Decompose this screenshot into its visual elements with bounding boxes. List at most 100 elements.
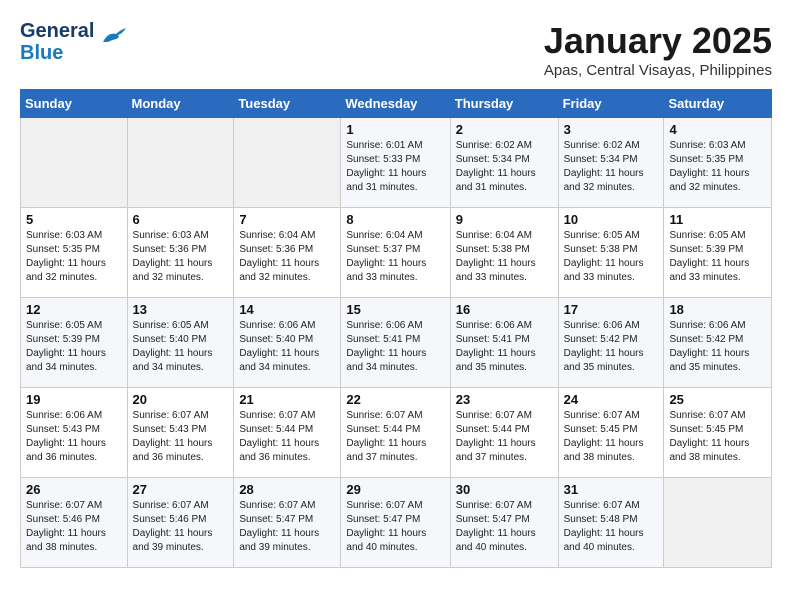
day-info: Sunrise: 6:02 AMSunset: 5:34 PMDaylight:… [564,139,659,195]
calendar-cell: 7 Sunrise: 6:04 AMSunset: 5:36 PMDaylight… [234,208,341,298]
day-number: 17 [564,302,659,317]
sunset-text: Sunset: 5:44 PM [346,424,420,435]
day-number: 4 [669,122,766,137]
day-info: Sunrise: 6:04 AMSunset: 5:36 PMDaylight:… [239,229,335,285]
day-info: Sunrise: 6:06 AMSunset: 5:42 PMDaylight:… [564,319,659,375]
day-info: Sunrise: 6:05 AMSunset: 5:39 PMDaylight:… [669,229,766,285]
day-number: 15 [346,302,444,317]
calendar-cell: 31Sunrise: 6:07 AMSunset: 5:48 PMDayligh… [558,478,664,568]
day-info: Sunrise: 6:01 AM Sunset: 5:33 PM Daylight:… [346,139,444,195]
sunset-text: Sunset: 5:43 PM [133,424,207,435]
day-number: 25 [669,392,766,407]
sunset-text: Sunset: 5:38 PM [456,244,530,255]
sunrise-text: Sunrise: 6:07 AM [133,500,209,511]
day-info: Sunrise: 6:07 AMSunset: 5:47 PMDaylight:… [239,499,335,555]
calendar-cell [234,118,341,208]
calendar-week-row: 19 Sunrise: 6:06 AM Sunset: 5:43 PM Dayligh… [21,388,772,478]
calendar-cell: 8Sunrise: 6:04 AMSunset: 5:37 PMDaylight… [341,208,450,298]
calendar-cell: 15 Sunrise: 6:06 AMSunset: 5:41 PMDayligh… [341,298,450,388]
sunrise-text: Sunrise: 6:06 AM [564,320,640,331]
sunrise-text: Sunrise: 6:06 AM [26,410,102,421]
calendar-cell: 19Sunrise: 6:06 AMSunset: 5:43 PMDayligh… [21,388,128,478]
sunrise-text: Sunrise: 6:07 AM [133,410,209,421]
calendar-week-row: 12Sunrise: 6:05 AMSunset: 5:39 PMDayligh… [21,298,772,388]
calendar-cell: 12Sunrise: 6:05 AMSunset: 5:39 PMDayligh… [21,298,128,388]
sunrise-text: Sunrise: 6:06 AM [456,320,532,331]
header-cell-tuesday: Tuesday [234,90,341,118]
sunset-text: Sunset: 5:36 PM [239,244,313,255]
daylight-text: Daylight: 11 hours and 33 minutes. [669,258,749,283]
calendar-cell: 16Sunrise: 6:06 AMSunset: 5:41 PMDayligh… [450,298,558,388]
sunset-text: Sunset: 5:42 PM [564,334,638,345]
calendar-cell: 13Sunrise: 6:05 AMSunset: 5:40 PMDayligh… [127,298,234,388]
calendar-cell: 1Sunrise: 6:01 AMSunset: 5:33 PMDaylight… [341,118,450,208]
daylight-text: Daylight: 11 hours and 39 minutes. [239,528,319,553]
day-number: 16 [456,302,553,317]
sunrise-text: Sunrise: 6:05 AM [669,230,745,241]
calendar-week-row: 26Sunrise: 6:07 AMSunset: 5:46 PMDayligh… [21,478,772,568]
day-info: Sunrise: 6:03 AMSunset: 5:35 PMDaylight:… [669,139,766,195]
sunset-text: Sunset: 5:46 PM [26,514,100,525]
day-info: Sunrise: 6:07 AMSunset: 5:44 PMDaylight:… [346,409,444,465]
header-cell-thursday: Thursday [450,90,558,118]
day-number: 23 [456,392,553,407]
sunset-text: Sunset: 5:34 PM [456,154,530,165]
daylight-text: Daylight: 11 hours and 31 minutes. [346,168,426,193]
daylight-text: Daylight: 11 hours and 40 minutes. [564,528,644,553]
day-number: 9 [456,212,553,227]
logo-text-blue: Blue [20,42,94,64]
daylight-text: Daylight: 11 hours and 32 minutes. [564,168,644,193]
daylight-text: Daylight: 11 hours and 38 minutes. [26,528,106,553]
sunset-text: Sunset: 5:34 PM [564,154,638,165]
day-info: Sunrise: 6:05 AMSunset: 5:39 PMDaylight:… [26,319,122,375]
daylight-text: Daylight: 11 hours and 34 minutes. [346,348,426,373]
sunrise-text: Sunrise: 6:07 AM [26,500,102,511]
sunset-text: Sunset: 5:41 PM [346,334,420,345]
sunset-text: Sunset: 5:46 PM [133,514,207,525]
calendar-cell: 26Sunrise: 6:07 AMSunset: 5:46 PMDayligh… [21,478,128,568]
daylight-text: Daylight: 11 hours and 33 minutes. [564,258,644,283]
sunrise-text: Sunrise: 6:06 AM [669,320,745,331]
sunset-text: Sunset: 5:47 PM [239,514,313,525]
daylight-text: Daylight: 11 hours and 32 minutes. [133,258,213,283]
calendar-cell: 18Sunrise: 6:06 AMSunset: 5:42 PMDayligh… [664,298,772,388]
sunrise-text: Sunrise: 6:05 AM [133,320,209,331]
sunset-text: Sunset: 5:33 PM [346,154,420,165]
header-cell-friday: Friday [558,90,664,118]
calendar-cell: 4 Sunrise: 6:03 AMSunset: 5:35 PMDaylight… [664,118,772,208]
sunset-text: Sunset: 5:44 PM [456,424,530,435]
calendar-cell: 24Sunrise: 6:07 AMSunset: 5:45 PMDayligh… [558,388,664,478]
day-info: Sunrise: 6:06 AMSunset: 5:41 PMDaylight:… [346,319,444,375]
logo: General Blue [20,20,128,64]
sunset-text: Sunset: 5:40 PM [133,334,207,345]
logo-bird-icon [98,24,128,51]
sunset-text: Sunset: 5:48 PM [564,514,638,525]
daylight-text: Daylight: 11 hours and 40 minutes. [346,528,426,553]
daylight-text: Daylight: 11 hours and 32 minutes. [669,168,749,193]
day-info: Sunrise: 6:04 AMSunset: 5:38 PMDaylight:… [456,229,553,285]
day-number: 2 [456,122,553,137]
day-number: 31 [564,482,659,497]
sunset-text: Sunset: 5:41 PM [456,334,530,345]
day-number: 6 [133,212,229,227]
calendar-cell: 27Sunrise: 6:07 AMSunset: 5:46 PMDayligh… [127,478,234,568]
day-info: Sunrise: 6:06 AMSunset: 5:42 PMDaylight:… [669,319,766,375]
day-number: 7 [239,212,335,227]
day-number: 8 [346,212,444,227]
calendar-title: January 2025 [544,20,772,62]
sunrise-text: Sunrise: 6:01 AM [346,140,422,151]
day-number: 19 [26,392,122,407]
calendar-cell: 20Sunrise: 6:07 AMSunset: 5:43 PMDayligh… [127,388,234,478]
sunset-text: Sunset: 5:37 PM [346,244,420,255]
day-info: Sunrise: 6:07 AMSunset: 5:46 PMDaylight:… [133,499,229,555]
header-cell-sunday: Sunday [21,90,128,118]
sunrise-text: Sunrise: 6:02 AM [456,140,532,151]
daylight-text: Daylight: 11 hours and 38 minutes. [669,438,749,463]
daylight-text: Daylight: 11 hours and 36 minutes. [239,438,319,463]
sunrise-text: Sunrise: 6:06 AM [239,320,315,331]
day-info: Sunrise: 6:07 AMSunset: 5:44 PMDaylight:… [456,409,553,465]
calendar-cell: 6Sunrise: 6:03 AMSunset: 5:36 PMDaylight… [127,208,234,298]
day-number: 13 [133,302,229,317]
day-number: 28 [239,482,335,497]
sunrise-text: Sunrise: 6:07 AM [669,410,745,421]
